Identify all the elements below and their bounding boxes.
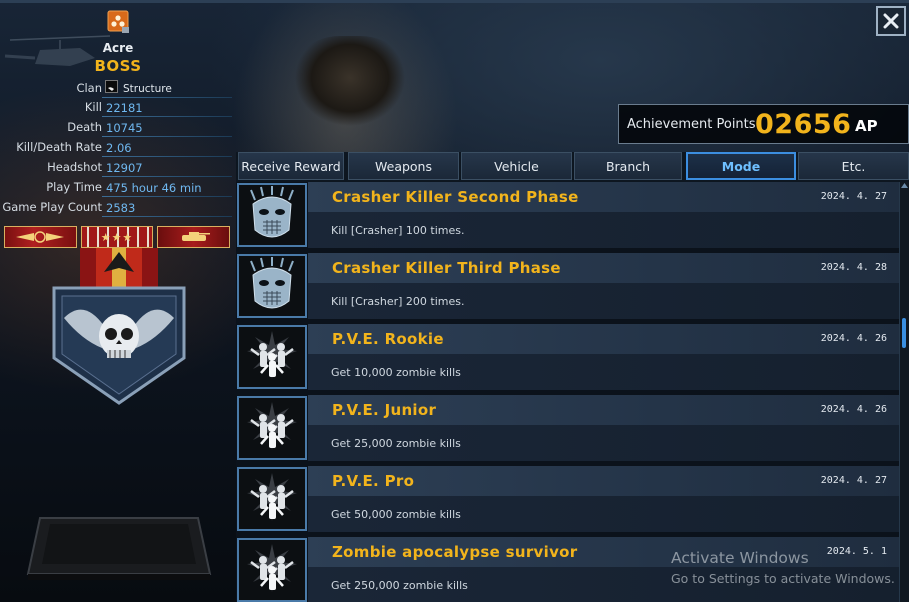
scroll-up-arrow-icon[interactable] [900,182,909,192]
top-border [0,0,909,3]
achievement-date: 2024. 4. 26 [820,333,887,344]
tab-vehicle[interactable]: Vehicle [461,152,572,180]
clan-name: Structure [123,83,172,95]
achievement-points-box: Achievement Points 02656 AP [618,104,909,144]
tab-mode[interactable]: Mode [686,152,796,180]
tank-icon [181,232,210,241]
clan-emblem-icon [105,80,118,93]
winged-emblem-icon [16,231,65,243]
ribbon-stars: ★★★ [100,230,134,244]
stat-label: Death [67,120,102,134]
achievement-date: 2024. 4. 26 [820,404,887,415]
service-ribbons: ★★★ [4,226,231,250]
ribbon-winged-emblem [4,226,77,248]
close-icon [883,13,899,29]
stat-value: 2583 [106,201,136,215]
achievement-item[interactable]: P.V.E. Pro 2024. 4. 27 Get 50,000 zombie… [236,466,899,532]
stat-label: Kill [84,100,102,114]
stat-value: 12907 [106,161,143,175]
achievement-date: 2024. 4. 27 [820,475,887,486]
achievement-title: Crasher Killer Second Phase [332,188,579,206]
achievement-description: Get 10,000 zombie kills [331,366,461,379]
crasher-mask-icon [250,186,294,238]
achievement-date: 2024. 5. 1 [826,546,887,557]
zombie-horde-icon [247,402,297,450]
achievement-title: Crasher Killer Third Phase [332,259,561,277]
achievement-item[interactable]: Crasher Killer Second Phase 2024. 4. 27 … [236,182,899,248]
achievement-thumbnail [237,467,307,531]
stat-label: Kill/Death Rate [16,140,102,154]
achievement-item[interactable]: Crasher Killer Third Phase 2024. 4. 28 K… [236,253,899,319]
achievement-points-unit: AP [855,117,878,135]
achievement-thumbnail [237,325,307,389]
achievement-date: 2024. 4. 27 [820,191,887,202]
stat-row-clan: Clan Structure [0,79,232,98]
stat-row-headshot: Headshot 12907 [0,158,232,177]
achievement-thumbnail [237,396,307,460]
achievement-item[interactable]: Zombie apocalypse survivor 2024. 5. 1 Ge… [236,537,899,602]
ribbon-tank [157,226,231,248]
stat-label: Game Play Count [2,200,102,214]
close-button[interactable] [876,6,906,36]
tab-etc[interactable]: Etc. [798,152,909,180]
tab-weapons[interactable]: Weapons [348,152,459,180]
stat-row-kill: Kill 22181 [0,98,232,117]
soldier-silhouette [280,36,420,154]
achievement-description: Get 250,000 zombie kills [331,579,468,592]
achievement-list: Crasher Killer Second Phase 2024. 4. 27 … [236,182,899,602]
achievement-description: Get 50,000 zombie kills [331,508,461,521]
activation-watermark-subtitle: Go to Settings to activate Windows. [671,571,895,586]
activation-watermark-title: Activate Windows [671,549,809,567]
category-tabs: Receive Reward Weapons Vehicle Branch Mo… [236,152,909,182]
stat-value: 475 hour 46 min [106,181,202,195]
stat-row-play-count: Game Play Count 2583 [0,198,232,217]
stat-label: Headshot [47,160,102,174]
achievement-description: Get 25,000 zombie kills [331,437,461,450]
zombie-horde-icon [247,473,297,521]
player-name: Acre [102,41,134,55]
zombie-horde-icon [247,544,297,592]
stat-row-death: Death 10745 [0,118,232,137]
tab-branch[interactable]: Branch [574,152,682,180]
achievement-thumbnail [237,538,307,602]
achievement-description: Kill [Crasher] 100 times. [331,224,465,237]
stat-row-play-time: Play Time 475 hour 46 min [0,178,232,197]
achievement-item[interactable]: P.V.E. Rookie 2024. 4. 26 Get 10,000 zom… [236,324,899,390]
player-title: BOSS [94,57,142,75]
achievement-title: P.V.E. Junior [332,401,437,419]
skull-medal-icon [52,248,186,405]
achievement-thumbnail [237,183,307,247]
stat-value: 10745 [106,121,143,135]
stat-label: Clan [76,81,102,95]
tab-receive-reward[interactable]: Receive Reward [238,152,344,180]
achievement-title: P.V.E. Pro [332,472,415,490]
rank-insignia-icon [107,10,129,33]
stat-label: Play Time [46,180,102,194]
achievement-thumbnail [237,254,307,318]
achievement-points-label: Achievement Points [627,117,756,132]
ribbon-three-stars: ★★★ [80,226,154,248]
stat-value: 22181 [106,101,143,115]
achievement-description: Kill [Crasher] 200 times. [331,295,465,308]
zombie-horde-icon [247,331,297,379]
scrollbar-thumb[interactable] [902,318,906,348]
pedestal-stand [26,517,212,580]
crasher-mask-icon [250,257,294,309]
stat-row-kd-rate: Kill/Death Rate 2.06 [0,138,232,157]
achievement-title: Zombie apocalypse survivor [332,543,578,561]
achievement-title: P.V.E. Rookie [332,330,444,348]
achievement-item[interactable]: P.V.E. Junior 2024. 4. 26 Get 25,000 zom… [236,395,899,461]
stat-value: 2.06 [106,141,132,155]
list-scrollbar[interactable] [899,182,909,602]
achievement-points-value: 02656 [755,109,852,140]
achievement-date: 2024. 4. 28 [820,262,887,273]
